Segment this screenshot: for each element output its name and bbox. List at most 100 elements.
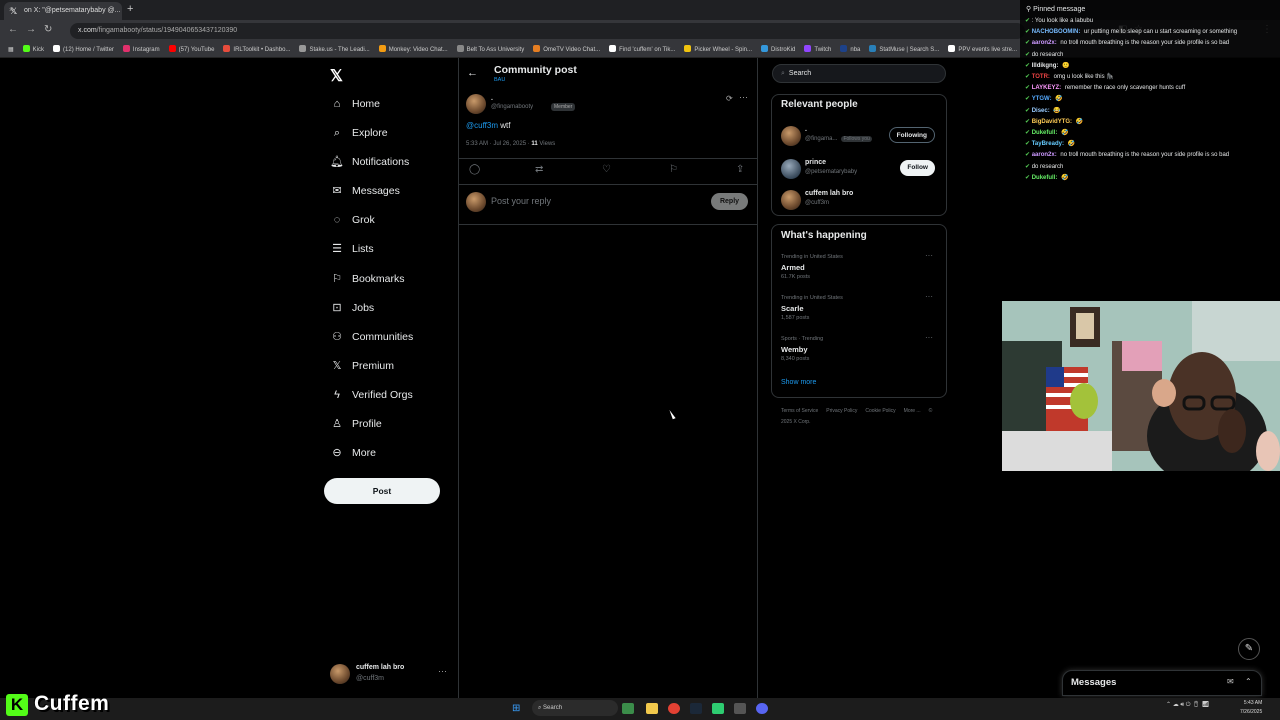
chrome-icon[interactable] bbox=[668, 703, 680, 714]
community-name[interactable]: BAU bbox=[494, 77, 505, 83]
bookmark-item[interactable]: OmeTV Video Chat... bbox=[533, 42, 600, 57]
sidebar-item-communities[interactable]: ⚇ Communities bbox=[330, 325, 413, 349]
file-explorer-icon[interactable] bbox=[646, 703, 658, 714]
bookmark-item[interactable]: Stake.us - The Leadi... bbox=[299, 42, 370, 57]
repost-icon[interactable]: ⇄ bbox=[535, 164, 543, 175]
author-handle[interactable]: @fingamabooty bbox=[491, 104, 533, 110]
sidebar-item-lists[interactable]: ☰ Lists bbox=[330, 237, 374, 261]
sidebar-item-bookmarks[interactable]: ⚐ Bookmarks bbox=[330, 267, 404, 291]
taskbar-clock[interactable]: 5:43 AM 7/26/2025 bbox=[1240, 699, 1262, 717]
bookmark-item[interactable]: Monkey: Video Chat... bbox=[378, 42, 448, 57]
back-icon[interactable]: ← bbox=[8, 24, 18, 35]
bookmark-item[interactable]: Picker Wheel - Spin... bbox=[684, 42, 752, 57]
sidebar-item-notifications[interactable]: 🔔︎ Notifications bbox=[330, 150, 409, 174]
bookmark-item[interactable]: IRLToolkit • Dashbo... bbox=[223, 42, 290, 57]
more-dots-icon[interactable]: ··· bbox=[925, 333, 933, 342]
sidebar-item-more[interactable]: ⊖ More bbox=[330, 441, 376, 465]
author-avatar[interactable] bbox=[466, 94, 486, 114]
back-arrow-icon[interactable]: ← bbox=[467, 67, 478, 79]
new-tab-icon[interactable]: + bbox=[127, 3, 133, 15]
reply-icon[interactable]: ◯ bbox=[469, 164, 480, 175]
compose-message-icon[interactable]: ✎ bbox=[1238, 638, 1260, 660]
reply-button[interactable]: Reply bbox=[711, 193, 748, 210]
like-icon[interactable]: ♡ bbox=[602, 164, 611, 175]
bookmark-item[interactable]: nba bbox=[840, 42, 860, 57]
sidebar-item-jobs[interactable]: ⊡ Jobs bbox=[330, 296, 374, 320]
trend-post-count: 1,587 posts bbox=[781, 315, 810, 321]
avatar[interactable] bbox=[781, 159, 801, 179]
share-icon[interactable]: ⇪ bbox=[736, 164, 744, 175]
address-bar[interactable]: x.com/fingamabooty/status/19490406534371… bbox=[70, 23, 1025, 39]
trend-post-count: 8,340 posts bbox=[781, 356, 810, 362]
sidebar-item-profile[interactable]: ♙ Profile bbox=[330, 412, 382, 436]
show-more-link[interactable]: Show more bbox=[781, 379, 816, 386]
bookmark-item[interactable]: DistroKid bbox=[761, 42, 795, 57]
footer-link[interactable]: Terms of Service bbox=[781, 408, 818, 414]
sidebar-item-verified-orgs[interactable]: ϟ Verified Orgs bbox=[330, 383, 413, 407]
sidebar-item-premium[interactable]: 𝕏 Premium bbox=[330, 354, 394, 378]
search-input[interactable]: ⌕ Search bbox=[772, 64, 946, 83]
more-dots-icon[interactable]: ··· bbox=[438, 666, 447, 676]
bookmark-item[interactable]: Belt To Ass University bbox=[456, 42, 524, 57]
avatar[interactable] bbox=[781, 190, 801, 210]
sidebar-item-home[interactable]: ⌂ Home bbox=[330, 92, 380, 116]
account-switcher[interactable]: cuffem lah bro @cuff3m ··· bbox=[330, 662, 450, 686]
obs-icon[interactable] bbox=[712, 703, 724, 714]
bookmark-label: Kick bbox=[32, 47, 45, 53]
sidebar-item-grok[interactable]: ◌ Grok bbox=[330, 208, 375, 232]
bookmark-item[interactable]: Kick bbox=[22, 42, 45, 57]
system-tray[interactable]: ⌃ ☁ 🔊︎ ⏻ 🔋︎ 📶︎ bbox=[1166, 701, 1209, 709]
new-message-icon[interactable]: ✉ bbox=[1227, 677, 1234, 686]
more-dots-icon[interactable]: ··· bbox=[739, 92, 748, 102]
trend-item[interactable]: Sports · Trending Wemby 8,340 posts ··· bbox=[781, 333, 941, 372]
author-name[interactable]: . bbox=[491, 95, 493, 102]
bookmark-item[interactable]: Find 'cuffem' on Tik... bbox=[609, 42, 675, 57]
avatar[interactable] bbox=[781, 126, 801, 146]
relevant-person[interactable]: cuffem lah bro @cuff3m bbox=[781, 188, 941, 212]
bookmark-item[interactable]: (12) Home / Twitter bbox=[53, 42, 114, 57]
taskbar-search[interactable]: ⌕ Search bbox=[532, 700, 618, 716]
bookmark-icon[interactable]: ⚐ bbox=[669, 164, 678, 175]
expand-icon[interactable]: ⌃ bbox=[1245, 677, 1252, 686]
windows-start-icon[interactable]: ⊞ bbox=[512, 703, 520, 714]
bookmark-item[interactable]: Instagram bbox=[122, 42, 160, 57]
widgets-icon[interactable] bbox=[622, 703, 634, 714]
following-button[interactable]: Following bbox=[888, 127, 935, 143]
relevant-person[interactable]: . @fingama... Follows you Following bbox=[781, 124, 941, 148]
mention-link[interactable]: @cuff3m bbox=[466, 121, 498, 130]
footer-link[interactable]: More ... bbox=[904, 408, 921, 414]
discord-icon[interactable] bbox=[756, 703, 768, 714]
bookmark-item[interactable]: Twitch bbox=[804, 42, 831, 57]
sidebar-item-explore[interactable]: ⌕ Explore bbox=[330, 121, 388, 145]
follow-button[interactable]: Follow bbox=[900, 160, 935, 176]
steam-icon[interactable] bbox=[690, 703, 702, 714]
app-icon[interactable] bbox=[734, 703, 746, 714]
person-name[interactable]: . bbox=[805, 126, 807, 133]
more-dots-icon[interactable]: ··· bbox=[925, 251, 933, 260]
post-button[interactable]: Post bbox=[324, 478, 440, 504]
reload-icon[interactable]: ↻ bbox=[44, 24, 52, 35]
relevant-person[interactable]: prince @petsematarybaby Follow bbox=[781, 157, 941, 181]
sidebar-item-messages[interactable]: ✉ Messages bbox=[330, 179, 399, 203]
bookmark-item[interactable]: (57) YouTube bbox=[168, 42, 214, 57]
trend-item[interactable]: Trending in United States Armed 61.7K post… bbox=[781, 251, 941, 290]
person-name[interactable]: cuffem lah bro bbox=[805, 190, 853, 197]
trend-item[interactable]: Trending in United States Scarle 1,587 pos… bbox=[781, 292, 941, 331]
browser-tab[interactable]: 𝕏 on X: "@petsematarybaby @... × bbox=[4, 2, 122, 20]
x-logo-icon[interactable]: 𝕏 bbox=[330, 66, 343, 86]
chat-message: ✔ TayBready: 🤣 bbox=[1025, 139, 1279, 150]
post-time[interactable]: 5:33 AM · Jul 26, 2025 · bbox=[466, 141, 531, 147]
webcam-image bbox=[1002, 301, 1280, 471]
person-name[interactable]: prince bbox=[805, 159, 826, 166]
footer-link[interactable]: Cookie Policy bbox=[865, 408, 895, 414]
forward-icon[interactable]: → bbox=[26, 24, 36, 35]
reply-input[interactable]: Post your reply bbox=[491, 196, 551, 206]
apps-icon[interactable]: ▦ bbox=[8, 42, 14, 57]
bookmark-item[interactable]: PPV events live stre... bbox=[948, 42, 1017, 57]
bookmark-item[interactable]: StatMuse | Search S... bbox=[869, 42, 939, 57]
grok-icon[interactable]: ⟳ bbox=[726, 94, 733, 103]
close-tab-icon[interactable]: × bbox=[9, 2, 122, 20]
messages-drawer[interactable]: Messages ✉ ⌃ bbox=[1062, 670, 1262, 696]
more-dots-icon[interactable]: ··· bbox=[925, 292, 933, 301]
footer-link[interactable]: Privacy Policy bbox=[826, 408, 857, 414]
